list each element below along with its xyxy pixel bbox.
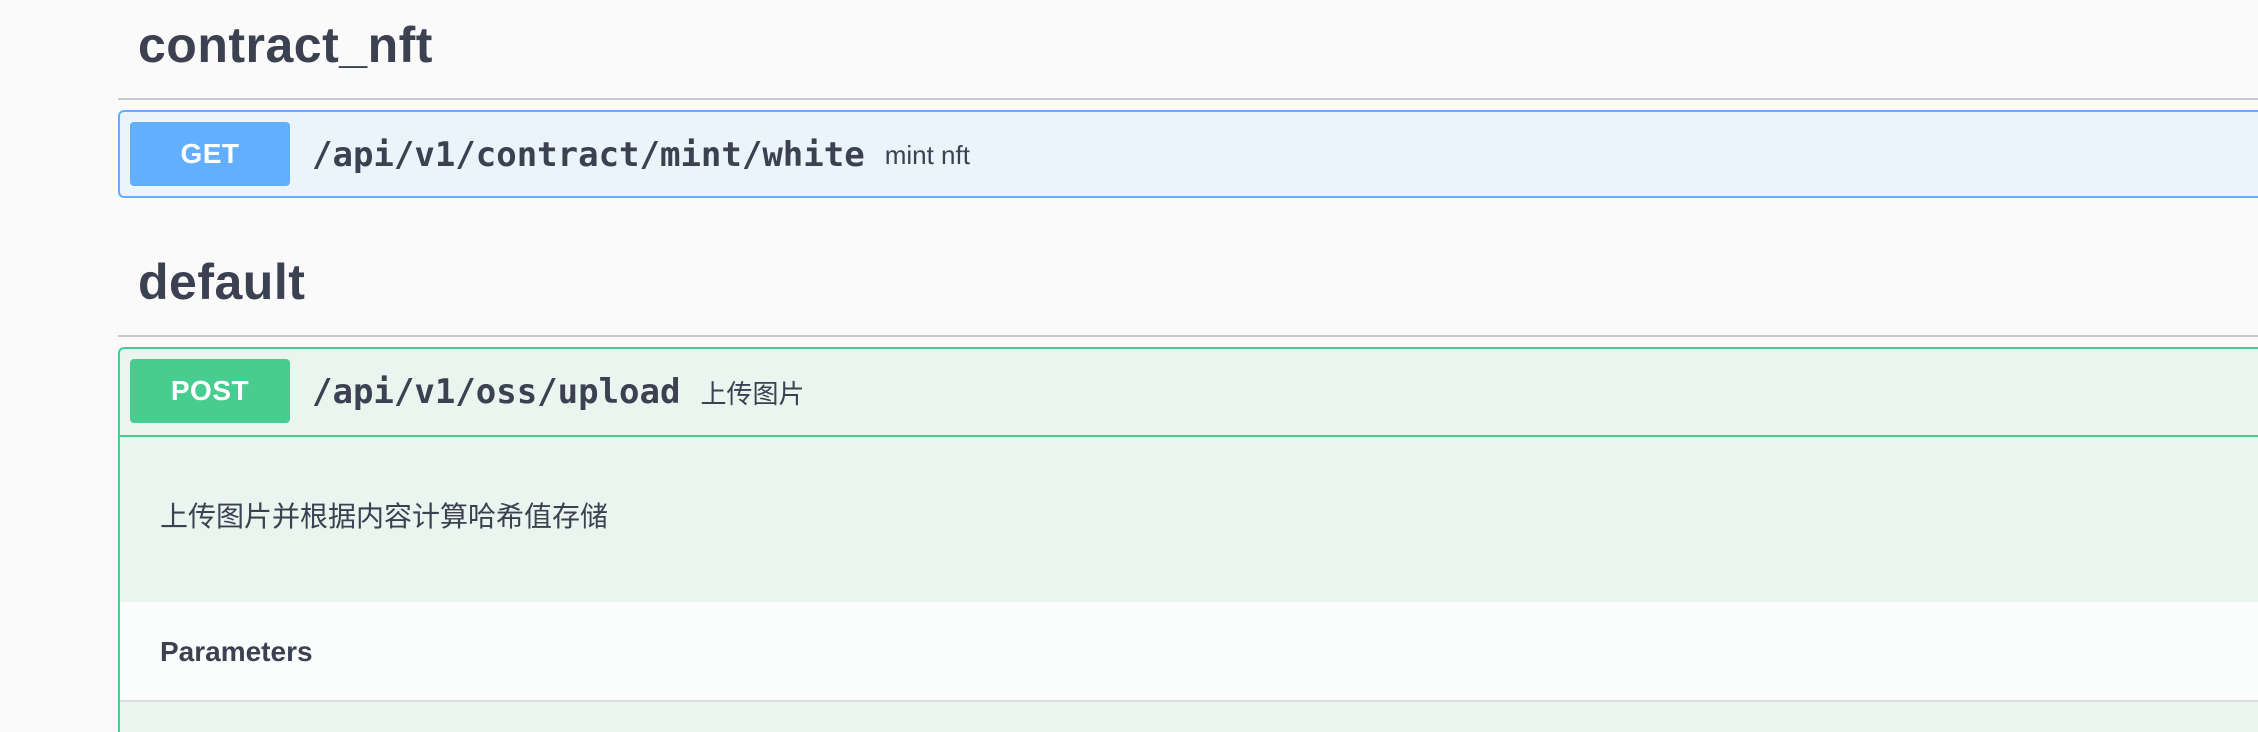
tag-header-contract-nft[interactable]: contract_nft [118, 0, 2258, 100]
operation-summary-text: 上传图片 [700, 378, 805, 409]
operation-summary[interactable]: POST /api/v1/oss/upload 上传图片 [120, 349, 2258, 437]
tag-header-default[interactable]: default [118, 237, 2258, 337]
operation-path: /api/v1/oss/upload 上传图片 [312, 349, 804, 435]
operation-path: /api/v1/contract/mint/white mint nft [312, 112, 970, 198]
tag-section-default: default [118, 237, 2258, 337]
method-badge: GET [130, 122, 290, 186]
tag-title: contract_nft [138, 17, 433, 73]
swagger-page: contract_nft GET /api/v1/contract/mint/w… [0, 0, 2258, 732]
operation-get-mint-white: GET /api/v1/contract/mint/white mint nft [118, 110, 2258, 198]
tag-section-contract-nft: contract_nft [118, 0, 2258, 100]
operation-summary-text: mint nft [884, 139, 970, 170]
parameters-header: Parameters [120, 602, 2258, 702]
path-text: /api/v1/contract/mint/white [312, 135, 865, 175]
operation-post-oss-upload: POST /api/v1/oss/upload 上传图片 上传图片并根据内容计算… [118, 347, 2258, 732]
operation-description: 上传图片并根据内容计算哈希值存储 [160, 501, 609, 532]
tag-title: default [138, 254, 306, 310]
parameters-title: Parameters [160, 636, 313, 667]
method-badge: POST [130, 359, 290, 423]
operation-summary[interactable]: GET /api/v1/contract/mint/white mint nft [120, 112, 2258, 198]
path-text: /api/v1/oss/upload [312, 372, 681, 412]
